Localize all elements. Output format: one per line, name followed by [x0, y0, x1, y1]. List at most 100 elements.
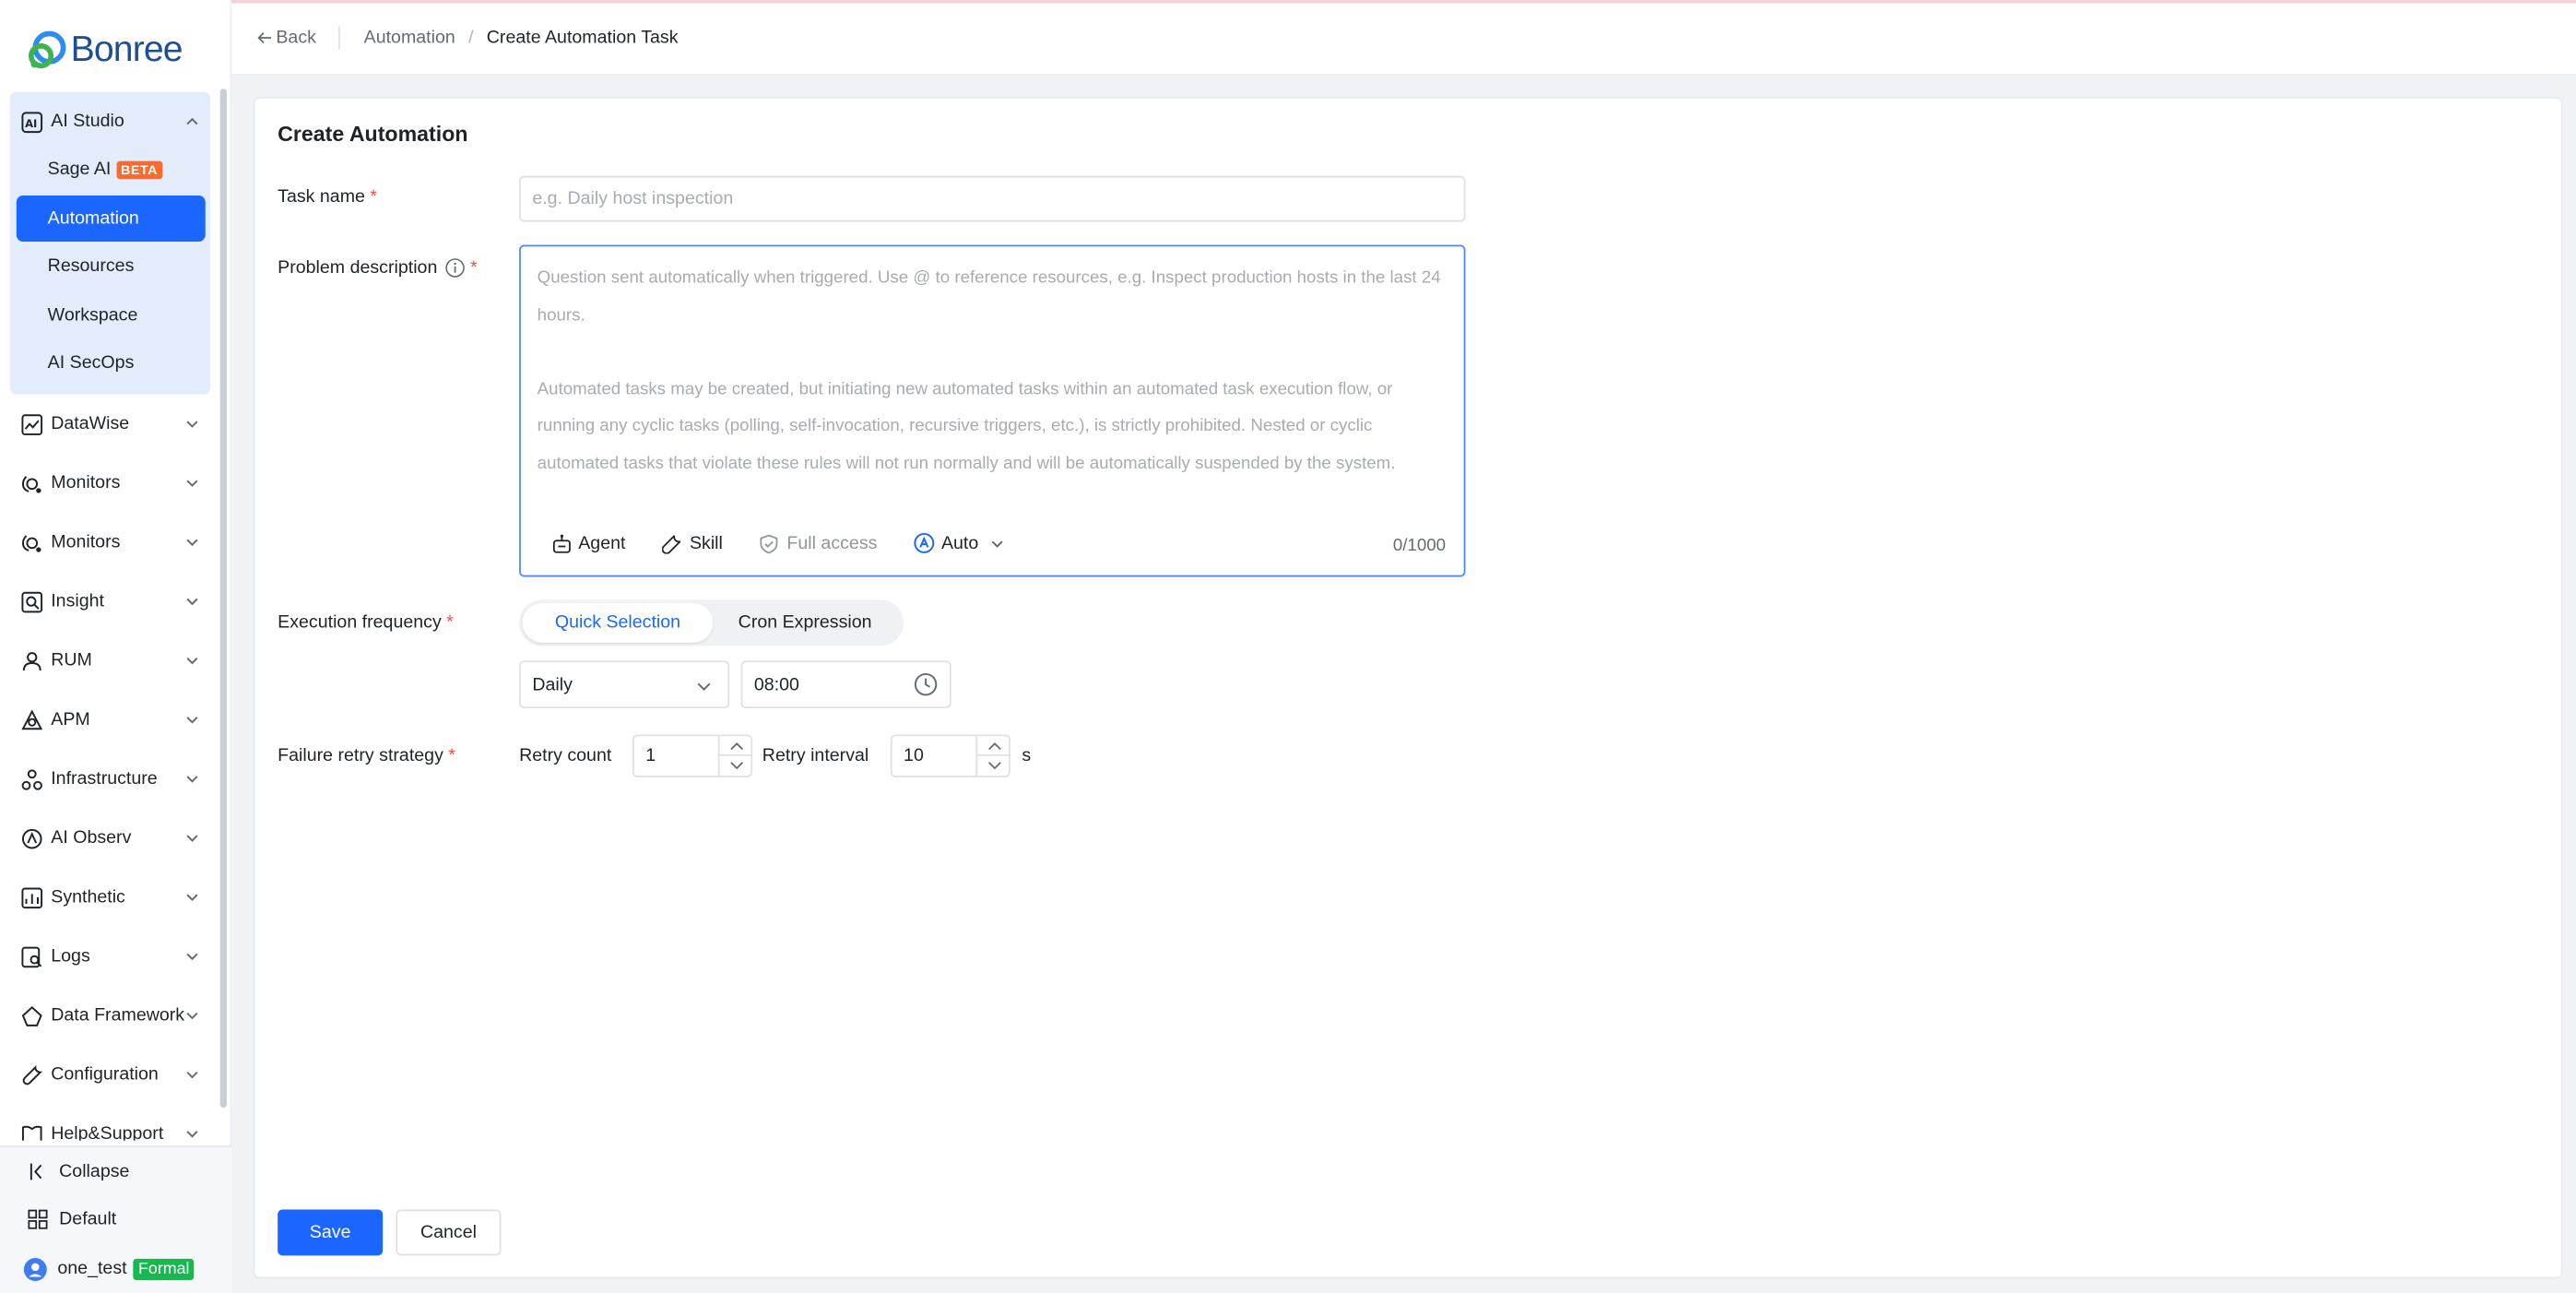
- bonree-logo-icon: [27, 28, 69, 70]
- increment-button[interactable]: [719, 736, 753, 756]
- task-name-input[interactable]: e.g. Daily host inspection: [519, 175, 1466, 222]
- retry-count-stepper[interactable]: 1: [632, 734, 753, 777]
- auto-model-icon: [914, 532, 935, 553]
- nav-subitem-workspace[interactable]: Workspace: [17, 292, 206, 338]
- full-access-button[interactable]: Full access: [759, 532, 877, 553]
- save-button[interactable]: Save: [278, 1209, 384, 1256]
- execution-frequency-label: Execution frequency *: [278, 612, 454, 634]
- beta-badge: BETA: [115, 160, 163, 179]
- svg-text:AI: AI: [24, 116, 36, 129]
- nav-item-apm[interactable]: APM: [10, 697, 210, 743]
- chevron-down-icon: [184, 475, 201, 496]
- nav-item-ai-studio[interactable]: AI AI Studio: [10, 99, 210, 145]
- chevron-down-icon: [184, 712, 201, 733]
- top-bar: Back Automation / Create Automation Task: [231, 0, 2576, 76]
- nav-item-monitors[interactable]: Monitors: [10, 460, 210, 506]
- user-icon: [19, 649, 42, 672]
- nav-subitem-resources[interactable]: Resources: [17, 243, 206, 290]
- nav-item-datawise[interactable]: DataWise: [10, 401, 210, 447]
- monitor-icon: [19, 471, 42, 494]
- skill-button[interactable]: Skill: [662, 532, 723, 553]
- logs-icon: [19, 945, 42, 968]
- clock-icon: [914, 672, 939, 697]
- breadcrumb: Back Automation / Create Automation Task: [256, 26, 679, 50]
- agent-button[interactable]: Agent: [550, 532, 625, 553]
- frequency-period-select[interactable]: Daily: [519, 660, 730, 708]
- arrow-left-icon: [256, 30, 273, 46]
- robot-icon: [550, 532, 572, 553]
- decrement-button[interactable]: [719, 756, 752, 776]
- chart-icon: [19, 412, 42, 435]
- nav-item-infrastructure[interactable]: Infrastructure: [10, 756, 210, 802]
- monitor-icon: [19, 531, 42, 554]
- back-button[interactable]: Back: [256, 28, 316, 48]
- workspace-switcher[interactable]: Default: [27, 1202, 117, 1238]
- cancel-button[interactable]: Cancel: [396, 1209, 502, 1256]
- user-menu[interactable]: one_test Formal: [23, 1251, 195, 1287]
- nav-item-monitors-2[interactable]: Monitors: [10, 519, 210, 565]
- retry-interval-unit: s: [1022, 745, 1032, 766]
- ai-observ-icon: [19, 826, 42, 849]
- nav-item-label: AI Studio: [51, 112, 124, 132]
- textarea-placeholder: Question sent automatically when trigger…: [537, 267, 1441, 473]
- required-mark: *: [448, 745, 455, 766]
- increment-button[interactable]: [977, 736, 1010, 756]
- breadcrumb-automation[interactable]: Automation: [364, 28, 455, 47]
- chevron-down-icon: [184, 948, 201, 969]
- failure-retry-label: Failure retry strategy *: [278, 745, 455, 766]
- chevron-down-icon: [184, 593, 201, 614]
- brand-logo[interactable]: Bonree: [27, 23, 183, 76]
- grid-icon: [27, 1208, 50, 1231]
- create-automation-card: Create Automation Task name * e.g. Daily …: [253, 97, 2563, 1279]
- frequency-mode-toggle: Quick Selection Cron Expression: [519, 599, 904, 646]
- brand-name: Bonree: [70, 28, 183, 69]
- nav-item-logs[interactable]: Logs: [10, 933, 210, 979]
- required-mark: *: [370, 187, 377, 208]
- wrench-icon: [19, 1063, 42, 1086]
- nav-item-data-framework[interactable]: Data Framework: [10, 992, 210, 1038]
- tab-quick-selection[interactable]: Quick Selection: [522, 602, 714, 643]
- chevron-down-icon: [184, 1126, 201, 1141]
- shield-icon: [759, 532, 780, 553]
- nav-subitem-ai-secops[interactable]: AI SecOps: [17, 340, 206, 386]
- sidebar-footer: Collapse Default one_test Formal: [0, 1145, 232, 1293]
- info-icon[interactable]: [445, 258, 466, 278]
- retry-count-value: 1: [645, 745, 656, 766]
- nav-scrollbar-thumb[interactable]: [219, 89, 227, 1109]
- collapse-icon: [27, 1160, 50, 1183]
- retry-interval-label: Retry interval: [762, 745, 869, 766]
- nav-item-ai-observ[interactable]: AI Observ: [10, 815, 210, 861]
- nav-item-insight[interactable]: Insight: [10, 578, 210, 624]
- divider: [338, 26, 341, 50]
- ai-icon: AI: [19, 110, 42, 133]
- nav-item-configuration[interactable]: Configuration: [10, 1051, 210, 1097]
- framework-icon: [19, 1004, 42, 1027]
- chevron-down-icon: [695, 677, 714, 695]
- model-selector[interactable]: Auto: [914, 532, 1005, 553]
- composer-toolbar: Agent Skill Full access Auto: [550, 532, 1041, 553]
- chevron-down-icon: [988, 535, 1005, 552]
- decrement-button[interactable]: [977, 756, 1010, 776]
- infrastructure-icon: [19, 767, 42, 790]
- chevron-down-icon: [184, 652, 201, 673]
- nav-subitem-automation[interactable]: Automation: [16, 196, 206, 242]
- retry-interval-stepper[interactable]: 10: [890, 734, 1010, 777]
- problem-description-textarea[interactable]: Question sent automatically when trigger…: [519, 244, 1466, 577]
- book-icon: [19, 1122, 42, 1141]
- nav-item-help-support[interactable]: Help&Support: [10, 1111, 210, 1141]
- nav-item-rum[interactable]: RUM: [10, 637, 210, 683]
- nav-subitem-sage-ai[interactable]: Sage AI BETA: [17, 147, 206, 193]
- page-title: Create Automation: [278, 121, 468, 147]
- required-mark: *: [470, 257, 478, 279]
- collapse-button[interactable]: Collapse: [27, 1154, 130, 1190]
- tab-cron-expression[interactable]: Cron Expression: [713, 603, 897, 643]
- chevron-down-icon: [184, 889, 201, 910]
- search-icon: [19, 590, 42, 613]
- required-mark: *: [446, 612, 454, 634]
- avatar-icon: [23, 1256, 48, 1281]
- problem-description-label: Problem description *: [278, 257, 478, 279]
- time-picker[interactable]: 08:00: [740, 660, 951, 708]
- nav-item-synthetic[interactable]: Synthetic: [10, 874, 210, 920]
- breadcrumb-separator: /: [468, 28, 474, 48]
- chevron-down-icon: [184, 771, 201, 792]
